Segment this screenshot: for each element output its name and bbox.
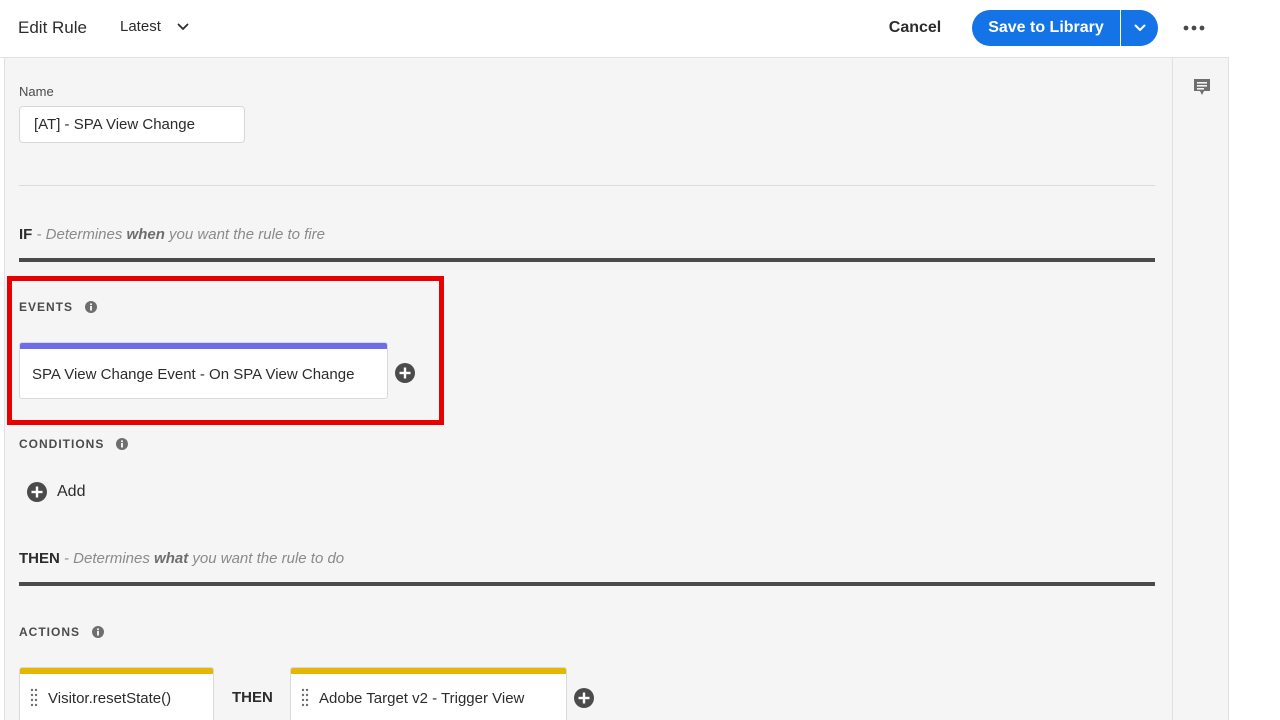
version-selector[interactable]: Latest — [120, 18, 189, 35]
more-icon — [1183, 25, 1205, 31]
info-icon[interactable] — [92, 626, 104, 638]
comment-icon[interactable] — [1193, 78, 1211, 98]
rule-name-input[interactable] — [19, 106, 245, 143]
then-desc-post: you want the rule to do — [188, 550, 345, 567]
then-desc-pre: - Determines — [59, 550, 155, 567]
action-connector: THEN — [232, 689, 273, 706]
top-bar: Edit Rule Latest Cancel Save to Library — [0, 0, 1229, 58]
action-card[interactable]: Adobe Target v2 - Trigger View — [290, 667, 567, 720]
if-section-heading: IF - Determines when you want the rule t… — [19, 226, 325, 243]
actions-label-text: ACTIONS — [19, 625, 80, 639]
if-desc-em: when — [126, 226, 165, 243]
version-label: Latest — [120, 18, 161, 35]
side-rail — [1172, 58, 1229, 720]
if-divider — [19, 258, 1155, 262]
drag-handle-icon[interactable] — [301, 688, 309, 708]
info-icon[interactable] — [116, 438, 129, 450]
chevron-down-icon — [1134, 24, 1145, 31]
if-keyword: IF — [19, 226, 33, 243]
drag-handle-icon[interactable] — [30, 688, 38, 708]
then-section-heading: THEN - Determines what you want the rule… — [19, 550, 344, 567]
then-desc-em: what — [154, 550, 189, 567]
page-title: Edit Rule — [18, 18, 87, 37]
if-desc-post: you want the rule to fire — [164, 226, 325, 243]
save-to-library-button[interactable]: Save to Library — [972, 10, 1120, 46]
actions-label: ACTIONS — [19, 625, 104, 639]
action-card-title: Adobe Target v2 - Trigger View — [319, 690, 525, 707]
save-options-button[interactable] — [1121, 10, 1158, 46]
app-root: Edit Rule Latest Cancel Save to Library … — [0, 0, 1280, 720]
highlight-box — [7, 276, 444, 425]
more-options-button[interactable] — [1180, 18, 1208, 38]
action-card-title: Visitor.resetState() — [48, 690, 172, 707]
name-label: Name — [19, 84, 54, 99]
add-condition-button[interactable]: Add — [57, 483, 85, 501]
add-action-icon[interactable] — [574, 688, 594, 708]
add-condition-icon[interactable] — [27, 482, 47, 502]
chevron-down-icon — [177, 23, 189, 30]
then-divider — [19, 582, 1155, 586]
action-card-accent — [291, 668, 566, 674]
divider — [19, 185, 1155, 186]
cancel-button[interactable]: Cancel — [874, 12, 956, 44]
then-keyword: THEN — [19, 550, 60, 567]
if-desc-pre: - Determines — [32, 226, 127, 243]
conditions-label: CONDITIONS — [19, 437, 129, 451]
action-card-accent — [20, 668, 213, 674]
action-card[interactable]: Visitor.resetState() — [19, 667, 214, 720]
conditions-label-text: CONDITIONS — [19, 437, 105, 451]
